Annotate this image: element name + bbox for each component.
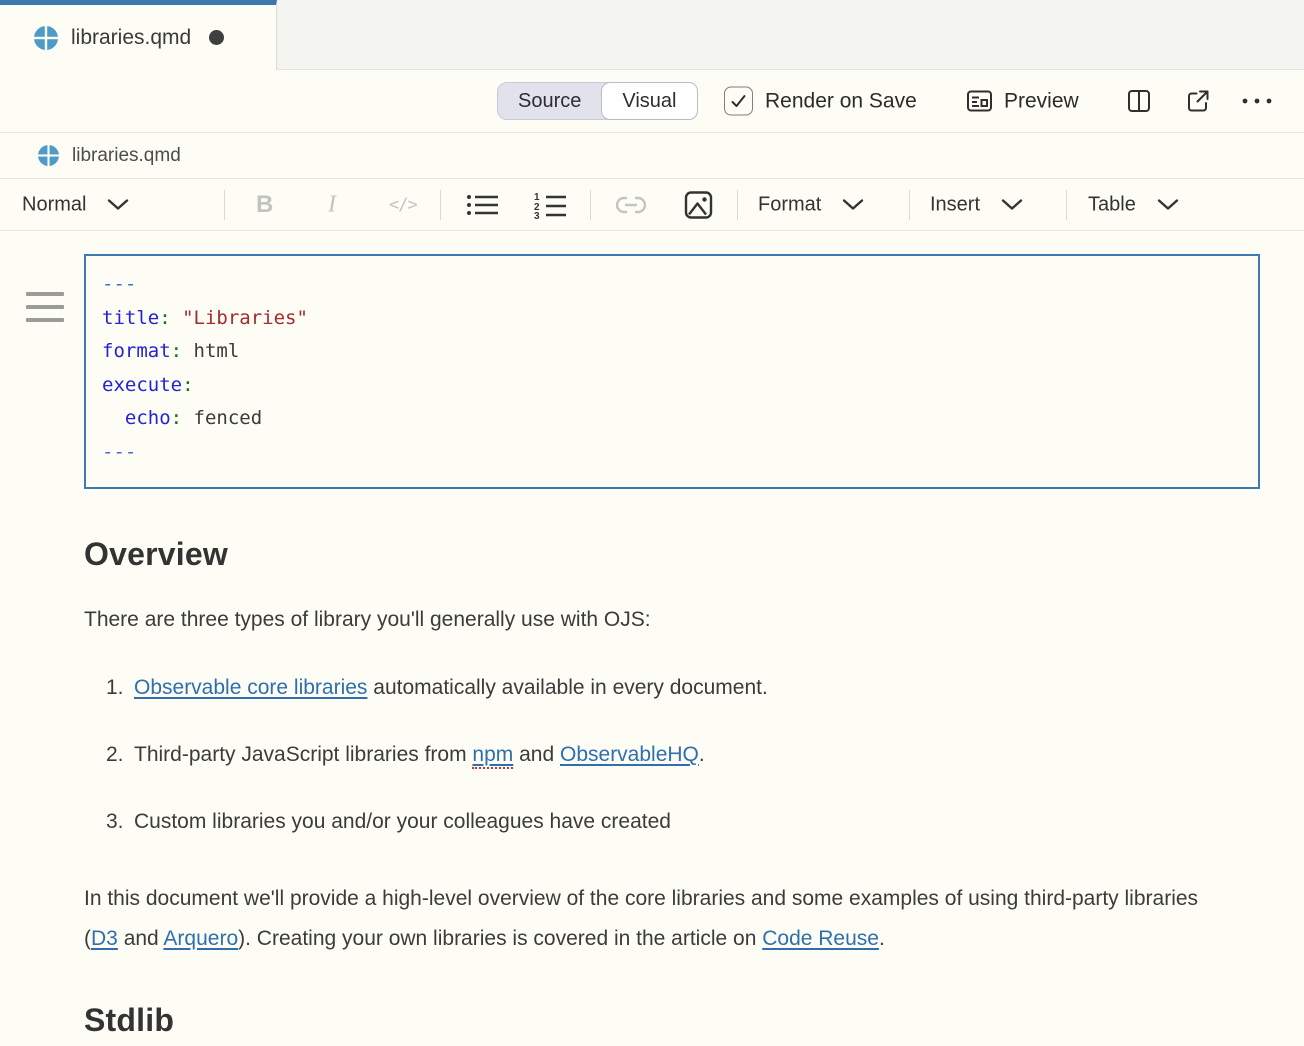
- library-types-list: 1. Observable core libraries automatical…: [84, 668, 1226, 842]
- heading-stdlib: Stdlib: [84, 999, 1226, 1041]
- render-on-save-control[interactable]: Render on Save: [724, 87, 917, 116]
- quarto-icon: [34, 26, 58, 50]
- document-editor: --- title: "Libraries" format: html exec…: [0, 254, 1304, 1041]
- heading-overview: Overview: [84, 533, 1226, 575]
- list-item-text: Third-party JavaScript libraries from np…: [134, 735, 1226, 775]
- spellcheck-underline: npm: [472, 743, 513, 769]
- unsaved-changes-dot: [209, 30, 224, 45]
- list-item-number: 2.: [106, 735, 134, 775]
- split-editor-button[interactable]: [1126, 88, 1152, 114]
- numbered-list-icon: 1 2 3: [534, 191, 567, 219]
- inline-link[interactable]: D3: [91, 927, 118, 950]
- chevron-down-icon: [842, 199, 864, 211]
- table-menu[interactable]: Table: [1088, 193, 1179, 216]
- list-item-text: Observable core libraries automatically …: [134, 668, 1226, 708]
- source-mode-button[interactable]: Source: [498, 82, 601, 120]
- toolbar-divider: [590, 190, 591, 220]
- yaml-line: echo: fenced: [102, 402, 1242, 436]
- list-item: 2. Third-party JavaScript libraries from…: [84, 735, 1226, 775]
- open-in-new-window-button[interactable]: [1185, 88, 1211, 114]
- italic-button[interactable]: I: [328, 191, 336, 218]
- preview-label: Preview: [1004, 89, 1079, 113]
- preview-button[interactable]: Preview: [966, 88, 1079, 115]
- inline-link[interactable]: npm: [472, 743, 513, 766]
- inline-link[interactable]: Observable core libraries: [134, 676, 367, 699]
- more-actions-button[interactable]: [1241, 97, 1273, 105]
- editor-window: libraries.qmd Source Visual Render on Sa…: [0, 0, 1304, 1046]
- bullet-list-button[interactable]: [466, 192, 499, 218]
- inline-link[interactable]: Code Reuse: [762, 927, 879, 950]
- breadcrumb-filename[interactable]: libraries.qmd: [72, 145, 181, 167]
- quarto-icon: [38, 145, 59, 166]
- render-on-save-checkbox[interactable]: [724, 87, 753, 116]
- chevron-down-icon: [1157, 199, 1179, 211]
- yaml-line: format: html: [102, 335, 1242, 369]
- image-icon: [684, 190, 713, 219]
- toolbar-divider: [1066, 190, 1067, 220]
- visual-mode-button[interactable]: Visual: [601, 82, 697, 120]
- svg-text:3: 3: [534, 211, 540, 219]
- list-item-number: 3.: [106, 802, 134, 842]
- paragraph-style-dropdown[interactable]: Normal: [22, 193, 129, 216]
- insert-menu-label: Insert: [930, 193, 980, 216]
- insert-menu[interactable]: Insert: [930, 193, 1023, 216]
- tab-libraries-qmd[interactable]: libraries.qmd: [0, 0, 277, 70]
- yaml-front-matter-block[interactable]: --- title: "Libraries" format: html exec…: [84, 254, 1260, 489]
- list-item: 1. Observable core libraries automatical…: [84, 668, 1226, 708]
- list-item: 3. Custom libraries you and/or your coll…: [84, 802, 1226, 842]
- list-item-number: 1.: [106, 668, 134, 708]
- tab-strip: libraries.qmd: [0, 0, 1304, 70]
- toolbar-divider: [440, 190, 441, 220]
- chevron-down-icon: [107, 199, 129, 211]
- toolbar-divider: [224, 190, 225, 220]
- closing-paragraph: In this document we'll provide a high-le…: [84, 879, 1226, 959]
- yaml-line: title: "Libraries": [102, 302, 1242, 336]
- link-icon: [616, 196, 646, 214]
- format-menu-label: Format: [758, 193, 821, 216]
- format-toolbar: Normal B I </> 1 2 3: [0, 179, 1304, 231]
- inline-link[interactable]: Arquero: [163, 927, 238, 950]
- yaml-line: execute:: [102, 369, 1242, 403]
- toolbar-divider: [737, 190, 738, 220]
- paragraph-style-value: Normal: [22, 193, 86, 216]
- source-visual-toggle: Source Visual: [497, 82, 698, 120]
- intro-paragraph: There are three types of library you'll …: [84, 600, 1226, 640]
- inline-link[interactable]: ObservableHQ: [560, 743, 699, 766]
- split-view-icon: [1126, 88, 1152, 114]
- code-button[interactable]: </>: [389, 195, 417, 215]
- render-on-save-label: Render on Save: [765, 89, 917, 113]
- link-button[interactable]: [616, 196, 646, 214]
- bullet-list-icon: [466, 192, 499, 218]
- main-toolbar: Source Visual Render on Save Preview: [0, 70, 1304, 133]
- tab-title: libraries.qmd: [71, 26, 191, 50]
- numbered-list-button[interactable]: 1 2 3: [534, 191, 567, 219]
- list-item-text: Custom libraries you and/or your colleag…: [134, 802, 1226, 842]
- toolbar-divider: [909, 190, 910, 220]
- breadcrumb: libraries.qmd: [0, 133, 1304, 179]
- table-menu-label: Table: [1088, 193, 1136, 216]
- ellipsis-icon: [1241, 97, 1273, 105]
- block-drag-handle[interactable]: [26, 292, 64, 322]
- external-link-icon: [1185, 88, 1211, 114]
- image-button[interactable]: [684, 190, 713, 219]
- yaml-line: ---: [102, 268, 1242, 302]
- document-content: Overview There are three types of librar…: [84, 533, 1226, 1041]
- format-menu[interactable]: Format: [758, 193, 864, 216]
- preview-icon: [966, 88, 993, 115]
- yaml-line: ---: [102, 436, 1242, 470]
- bold-button[interactable]: B: [256, 191, 273, 219]
- checkmark-icon: [730, 93, 747, 110]
- chevron-down-icon: [1001, 199, 1023, 211]
